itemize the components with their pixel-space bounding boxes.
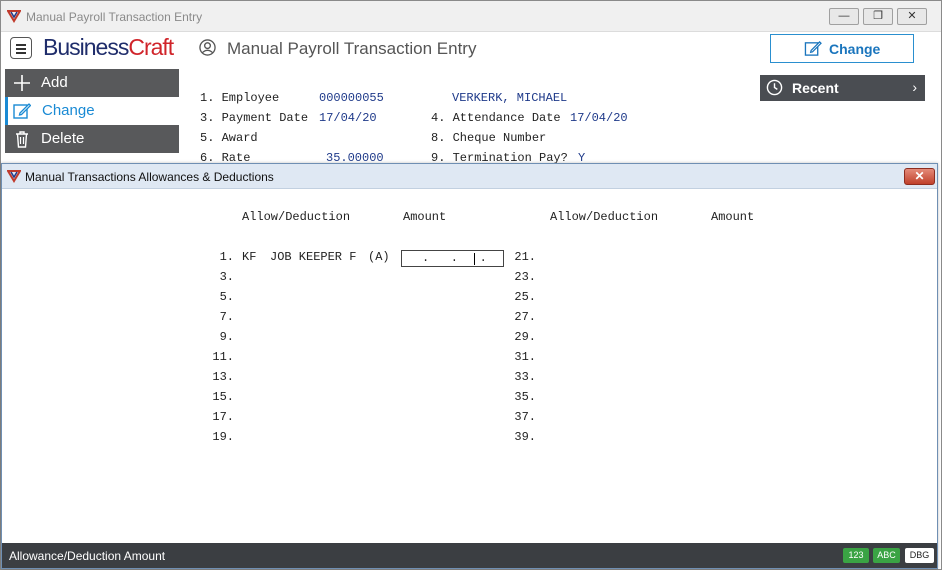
- form-cheque-number-label: 8. Cheque Number: [431, 131, 547, 145]
- row-number: 35.: [514, 390, 536, 404]
- allow-deduction-type: (A): [368, 250, 390, 264]
- allow-deduction-code[interactable]: KF: [242, 250, 256, 264]
- app-logo-icon: [7, 10, 21, 23]
- dialog-titlebar: Manual Transactions Allowances & Deducti…: [2, 164, 937, 189]
- main-titlebar: Manual Payroll Transaction Entry — ❐ ✕: [1, 1, 941, 32]
- employee-name: VERKERK, MICHAEL: [452, 91, 568, 105]
- restore-button[interactable]: ❐: [863, 8, 893, 25]
- header-right-amount: Amount: [711, 210, 755, 224]
- row-number: 31.: [514, 350, 536, 364]
- row-number: 19.: [212, 430, 234, 444]
- row-number: 29.: [514, 330, 536, 344]
- brand-logo: BusinessCraft: [43, 34, 174, 60]
- header-right-allow-deduction: Allow/Deduction: [550, 210, 659, 224]
- user-icon: [199, 39, 216, 56]
- form-attendance-date-label: 4. Attendance Date: [431, 111, 561, 125]
- minimize-button[interactable]: —: [829, 8, 859, 25]
- trash-icon: [16, 131, 28, 148]
- sidebar-item-label: Delete: [41, 130, 85, 147]
- dialog-title: Manual Transactions Allowances & Deducti…: [25, 170, 274, 184]
- sidebar-item-label: Add: [41, 74, 68, 91]
- row-number: 7.: [219, 310, 234, 324]
- edit-icon: [13, 103, 31, 119]
- sidebar-item-delete[interactable]: Delete: [5, 125, 179, 153]
- recent-panel-button[interactable]: Recent ›: [760, 75, 925, 101]
- sidebar-item-change[interactable]: Change: [5, 97, 179, 125]
- form-payment-date-label: 3. Payment Date: [200, 111, 309, 125]
- edit-icon: [804, 41, 822, 56]
- sidebar-item-label: Change: [42, 102, 95, 119]
- form-employee-label: 1. Employee: [200, 91, 280, 105]
- app-logo-icon: [7, 170, 21, 183]
- row-number: 11.: [212, 350, 234, 364]
- header-left-allow-deduction: Allow/Deduction: [242, 210, 351, 224]
- debug-mode-badge: DBG: [905, 548, 934, 563]
- plus-icon: [14, 75, 30, 91]
- clock-icon: [766, 79, 783, 96]
- status-message: Allowance/Deduction Amount: [9, 549, 166, 563]
- row-number: 37.: [514, 410, 536, 424]
- chevron-right-icon: ›: [912, 79, 917, 95]
- sidebar-item-add[interactable]: Add: [5, 69, 179, 97]
- row-number: 23.: [514, 270, 536, 284]
- row-number: 9.: [219, 330, 234, 344]
- row-number: 27.: [514, 310, 536, 324]
- main-window-title: Manual Payroll Transaction Entry: [26, 10, 203, 24]
- row-number: 13.: [212, 370, 234, 384]
- row-number: 21.: [514, 250, 536, 264]
- row-number: 15.: [212, 390, 234, 404]
- payment-date[interactable]: 17/04/20: [319, 111, 377, 125]
- form-award-label: 5. Award: [200, 131, 258, 145]
- sidebar: Add Change Delete: [5, 69, 179, 163]
- row-number: 25.: [514, 290, 536, 304]
- row-number: 5.: [219, 290, 234, 304]
- allowances-deductions-dialog: Manual Transactions Allowances & Deducti…: [1, 163, 938, 569]
- row-number: 17.: [212, 410, 234, 424]
- alpha-mode-badge: ABC: [873, 548, 900, 563]
- numeric-mode-badge: 123: [843, 548, 869, 563]
- screen-title: Manual Payroll Transaction Entry: [227, 39, 477, 58]
- hamburger-menu-icon[interactable]: [10, 37, 32, 59]
- allow-deduction-description: JOB KEEPER F: [270, 250, 357, 264]
- text-cursor: [474, 253, 475, 265]
- row-number: 33.: [514, 370, 536, 384]
- employee-code[interactable]: 000000055: [319, 91, 384, 105]
- change-button[interactable]: Change: [770, 34, 914, 63]
- close-button[interactable]: ✕: [897, 8, 927, 25]
- attendance-date[interactable]: 17/04/20: [570, 111, 628, 125]
- app-header: BusinessCraft Manual Payroll Transaction…: [1, 32, 941, 69]
- row-number: 1.: [219, 250, 234, 264]
- row-number: 39.: [514, 430, 536, 444]
- amount-input[interactable]: . . .: [401, 250, 504, 267]
- status-bar: Allowance/Deduction Amount 123 ABC DBG: [2, 543, 937, 568]
- dialog-close-button[interactable]: ✕: [904, 168, 935, 185]
- header-left-amount: Amount: [403, 210, 447, 224]
- row-number: 3.: [219, 270, 234, 284]
